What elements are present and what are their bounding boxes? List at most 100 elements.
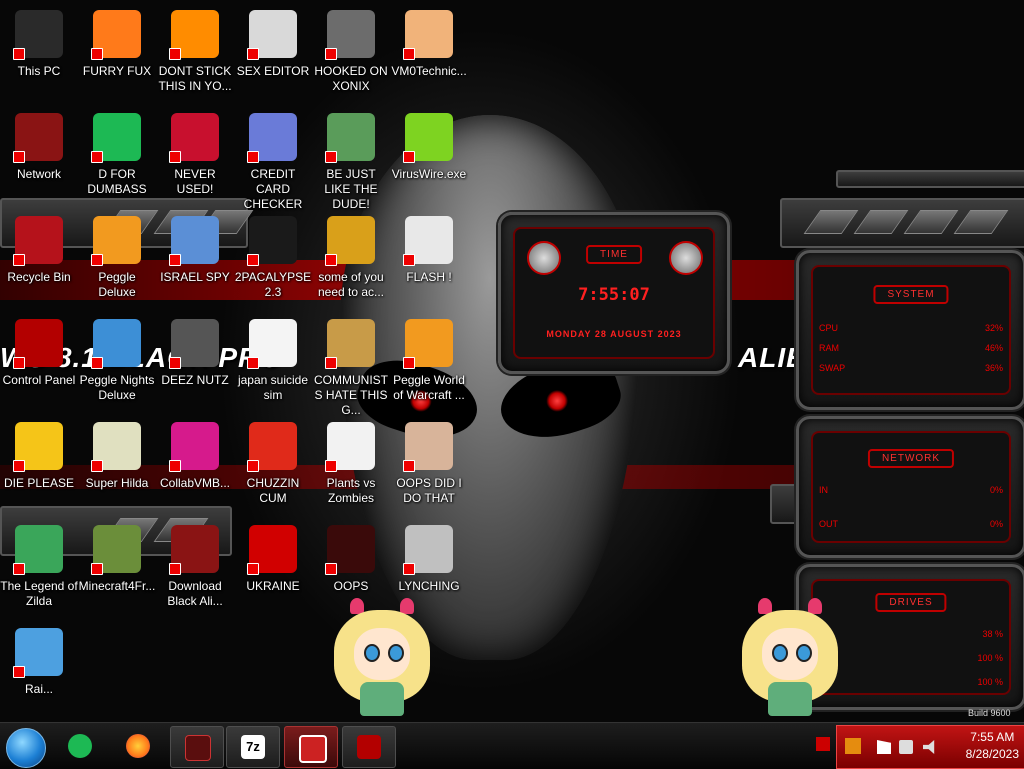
desktop-icon[interactable]: UKRAINE [234,521,312,621]
terminal-icon [247,216,297,266]
desktop-icon[interactable]: Peggle Deluxe [78,212,156,312]
desktop-icon[interactable]: VM0Technic... [390,6,468,106]
desktop-icon[interactable]: The Legend of Zilda [0,521,78,621]
widget-row-value: 36% [984,363,1003,373]
shortcut-arrow-icon [169,357,181,369]
desktop-icon-label: UKRAINE [246,579,300,593]
action-center-flag-icon[interactable] [877,740,891,754]
taskbar-red-window-button[interactable] [284,726,338,768]
desktop-icon-label: FLASH ! [406,270,452,284]
shortcut-arrow-icon [91,254,103,266]
taskbar: 7z 7:55 AM 8/28/2023 [0,722,1024,769]
system-widget[interactable]: System CPU 32% RAM 46% SWAP 36% [796,250,1024,410]
shortcut-arrow-icon [169,48,181,60]
desktop-icon[interactable]: DONT STICK THIS IN YO... [156,6,234,106]
desktop-icon[interactable]: 2PACALYPSE 2.3 [234,212,312,312]
volume-icon[interactable] [923,740,935,754]
desktop-icon-label: CollabVMB... [159,476,231,490]
desktop-icon[interactable]: FURRY FUX [78,6,156,106]
taskbar-control-panel-button[interactable] [342,726,396,768]
shortcut-arrow-icon [325,563,337,575]
desktop-icon[interactable]: DEEZ NUTZ [156,315,234,415]
shortcut-arrow-icon [325,460,337,472]
desktop-icon[interactable]: Plants vs Zombies [312,418,390,518]
spotify-icon [91,113,141,163]
alien-network-icon [13,113,63,163]
pixel-character-icon [91,422,141,472]
clock-widget[interactable]: Time 7:55:07 Monday 28 August 2023 [498,212,730,374]
desktop-icon[interactable]: CREDIT CARD CHECKER [234,109,312,211]
desktop-icon[interactable]: This PC [0,6,78,106]
text-document-icon [247,319,297,369]
taskbar-firefox-button[interactable] [112,726,164,766]
widget-row: D:\100 % [819,653,1003,663]
rainmeter-icon [13,628,63,678]
desktop-icon[interactable]: VirusWire.exe [390,109,468,209]
desktop-icon[interactable]: Recycle Bin [0,212,78,312]
desktop-icon[interactable]: Download Black Ali... [156,521,234,621]
peggle-icon [91,216,141,266]
dude-game-icon [325,113,375,163]
desktop-icon-label: BE JUST LIKE THE DUDE! [324,167,378,211]
desktop-icon[interactable]: Control Panel [0,315,78,415]
taskbar-alien-app-button[interactable] [170,726,224,768]
taskbar-7zip-button[interactable]: 7z [226,726,280,768]
shortcut-arrow-icon [169,151,181,163]
desktop-icon[interactable]: Network [0,109,78,209]
desktop-icon[interactable]: ISRAEL SPY [156,212,234,312]
desktop-icon[interactable]: Peggle World of Warcraft ... [390,315,468,415]
desktop-icon-label: Peggle Deluxe [98,270,136,299]
taskbar-clock[interactable]: 7:55 AM 8/28/2023 [966,729,1019,763]
desktop-icon[interactable]: CHUZZIN CUM [234,418,312,518]
desktop-icon-label: D FOR DUMBASS [87,167,147,196]
desktop-icon[interactable]: BE JUST LIKE THE DUDE! [312,109,390,211]
collabvm-icon [169,422,219,472]
desktop-icon[interactable]: FLASH ! [390,212,468,312]
desktop-icon[interactable]: DIE PLEASE [0,418,78,518]
stacked-windows-icon [169,319,219,369]
desktop-icon[interactable]: Super Hilda [78,418,156,518]
desktop-icon-label: Network [16,167,61,181]
shortcut-arrow-icon [13,357,25,369]
firefox-icon [91,10,141,60]
widget-row: SWAP 36% [819,363,1003,373]
red-window-icon [299,735,327,763]
desktop-icon[interactable]: SEX EDITOR [234,6,312,106]
taskbar-spotify-button[interactable] [54,726,106,766]
desktop-icon[interactable]: Rai... [0,624,78,724]
alien-app-icon [325,525,375,575]
tray-app-icon[interactable] [845,738,861,754]
desktop-icon[interactable]: COMMUNISTS HATE THIS G... [312,315,390,417]
widget-row: RAM 46% [819,343,1003,353]
desktop-icon-label: CHUZZIN CUM [246,476,300,505]
spotify-icon [68,734,92,758]
desktop-icon-label: 2PACALYPSE 2.3 [234,270,312,299]
shortcut-arrow-icon [91,563,103,575]
taskbar-date: 8/28/2023 [965,747,1019,761]
7zip-icon: 7z [241,735,265,759]
tray-alien-icon[interactable] [816,737,830,751]
desktop-icon[interactable]: some of you need to ac... [312,212,390,312]
desktop-icon[interactable]: OOPS DID I DO THAT [390,418,468,518]
desktop-icon[interactable]: japan suicide sim [234,315,312,415]
start-button[interactable] [6,728,46,768]
pvz-flower-icon [325,422,375,472]
widget-row-value: 0% [989,519,1003,529]
desktop-icon[interactable]: Minecraft4Fr... [78,521,156,621]
desktop-icon[interactable]: HOOKED ON XONIX [312,6,390,106]
vlc-cone-icon [169,10,219,60]
widget-row-label: CPU [819,323,839,333]
widget-row-label: OUT [819,519,838,529]
desktop-icon-label: Peggle World of Warcraft ... [393,373,465,402]
shortcut-arrow-icon [13,460,25,472]
widget-row-value: 100 % [977,653,1003,663]
widget-row-value: 0% [989,485,1003,495]
desktop-icon[interactable]: Peggle Nights Deluxe [78,315,156,415]
desktop-icon[interactable]: D FOR DUMBASS [78,109,156,209]
desktop-icon[interactable]: NEVER USED! [156,109,234,209]
desktop-icon[interactable]: CollabVMB... [156,418,234,518]
limewire-icon [403,113,453,163]
minecraft-block-icon [91,525,141,575]
network-icon[interactable] [899,740,913,754]
network-widget[interactable]: Network IN 0% OUT 0% [796,416,1024,558]
